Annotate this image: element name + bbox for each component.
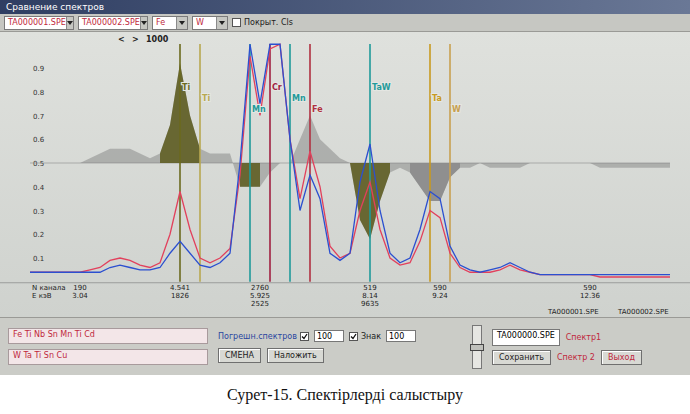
readout-value: 2525 [251, 300, 269, 308]
legend-label: TA000002.SPE [617, 308, 669, 316]
top-labels: < >1000 [118, 35, 169, 44]
element-line [249, 44, 251, 282]
y-tick: 0.6 [33, 136, 45, 144]
exit-button[interactable]: Выход [601, 350, 642, 365]
accuracy-spin[interactable]: 100 [314, 330, 344, 342]
y-tick: 0.3 [33, 208, 44, 216]
file-combo[interactable]: TA000002.SPE [78, 16, 148, 30]
element-line [269, 44, 271, 282]
element-label: Mn [292, 94, 306, 103]
readout-value: 519 [363, 284, 376, 292]
row-label: E кэВ [32, 292, 52, 300]
check-icon [350, 333, 357, 340]
element-line [179, 44, 181, 282]
y-tick: 0.1 [33, 255, 44, 263]
readout-value: 9.24 [432, 292, 448, 300]
accuracy-checkbox[interactable]: Погрешн.спектров [218, 332, 309, 341]
readout: 27605.9252525 [250, 284, 270, 308]
y-tick: 0.4 [33, 184, 45, 192]
spectrum-chart[interactable]: < >1000 0.1 0.2 0.3 0.4 0.5 0.6 0.7 0.8 0.9 Ti Ti Mn C… [0, 32, 690, 317]
readout-value: 1826 [171, 292, 189, 300]
element-line [369, 44, 371, 282]
checkbox[interactable] [232, 18, 241, 27]
action-button[interactable]: Наложить [267, 348, 324, 363]
readout-value: 4.541 [170, 284, 190, 292]
top-label[interactable]: < [118, 35, 125, 44]
element-label: Ti [182, 83, 190, 92]
dropdown-arrow-icon [66, 17, 73, 29]
element-label: Ta [432, 94, 442, 103]
page: Сравнение спектров TA000001.SPE TA000002.S… [0, 0, 690, 414]
element-field[interactable]: Fe Ti Nb Sn Mn Ti Cd [8, 328, 208, 344]
spectrum-label: Спектр1 [566, 333, 601, 342]
readout-value: 3.04 [72, 292, 88, 300]
element-line [289, 44, 291, 282]
element-line [309, 44, 311, 282]
element-label: Fe [312, 105, 323, 114]
dropdown-arrow-icon [140, 17, 147, 29]
figure-caption: Сурет-15. Спектірлерді салыстыру [0, 375, 690, 414]
cover-checkbox[interactable]: Покрыт. Cls [232, 18, 293, 27]
action-button[interactable]: СМЕНА [218, 348, 261, 363]
file-field[interactable]: TA000000.SPE [492, 329, 560, 346]
legend-label: TA000001.SPE [547, 308, 599, 316]
element-label: Cr [272, 83, 282, 92]
spectrum-line [30, 44, 670, 277]
element-label: TaW [372, 83, 391, 92]
top-label[interactable]: 1000 [146, 35, 169, 44]
checkbox[interactable] [300, 332, 309, 341]
readout-value: 5.925 [250, 292, 270, 300]
element-line [199, 44, 201, 282]
readout: 4.5411826 [170, 284, 190, 300]
top-label[interactable]: > [132, 35, 139, 44]
readout: 59012.36 [580, 284, 601, 300]
readout-value: 2760 [251, 284, 269, 292]
vertical-slider[interactable] [472, 325, 482, 369]
element-field[interactable]: W Ta Ti Sn Cu [8, 349, 208, 365]
sign-checkbox[interactable]: Знак [349, 332, 381, 341]
row-label: N канала [32, 284, 66, 292]
readout-value: 590 [433, 284, 446, 292]
y-tick: 0.9 [33, 65, 44, 73]
readout-value: 12.36 [580, 292, 601, 300]
y-tick: 0.8 [33, 89, 44, 97]
readout-value: 8.14 [362, 292, 378, 300]
element-label: Ti [202, 94, 210, 103]
readout: 1903.04 [72, 284, 88, 300]
toolbar: TA000001.SPE TA000002.SPE Fe W Покрыт. Cls [0, 14, 690, 32]
file-combo[interactable]: Fe [152, 16, 188, 30]
check-icon [301, 333, 308, 340]
difference-area [30, 63, 670, 239]
file-combo[interactable]: W [192, 16, 228, 30]
checkbox[interactable] [349, 332, 358, 341]
readout: 5909.24 [432, 284, 448, 300]
y-tick: 0.5 [33, 160, 44, 168]
dropdown-arrow-icon [176, 17, 187, 29]
save-button[interactable]: Сохранить [492, 350, 551, 365]
spectrum-window: Сравнение спектров TA000001.SPE TA000002.S… [0, 0, 690, 375]
sign-spin[interactable]: 100 [386, 330, 416, 342]
element-line [429, 44, 431, 282]
element-label: W [452, 105, 461, 114]
element-label: Mn [252, 105, 266, 114]
title-bar: Сравнение спектров [0, 0, 690, 14]
file-combo[interactable]: TA000001.SPE [4, 16, 74, 30]
y-tick: 0.2 [33, 231, 44, 239]
readout-value: 9635 [361, 300, 379, 308]
spectrum-label: Спектр 2 [557, 353, 595, 362]
dropdown-arrow-icon [216, 17, 227, 29]
readout-value: 590 [583, 284, 596, 292]
readout-value: 190 [73, 284, 86, 292]
readout: 5198.149635 [361, 284, 379, 308]
slider-thumb[interactable] [470, 344, 484, 351]
y-tick: 0.7 [33, 113, 44, 121]
control-panel: Fe Ti Nb Sn Mn Ti Cd W Ta Ti Sn Cu Погрешн… [0, 317, 690, 375]
spectrum-line [30, 44, 670, 274]
